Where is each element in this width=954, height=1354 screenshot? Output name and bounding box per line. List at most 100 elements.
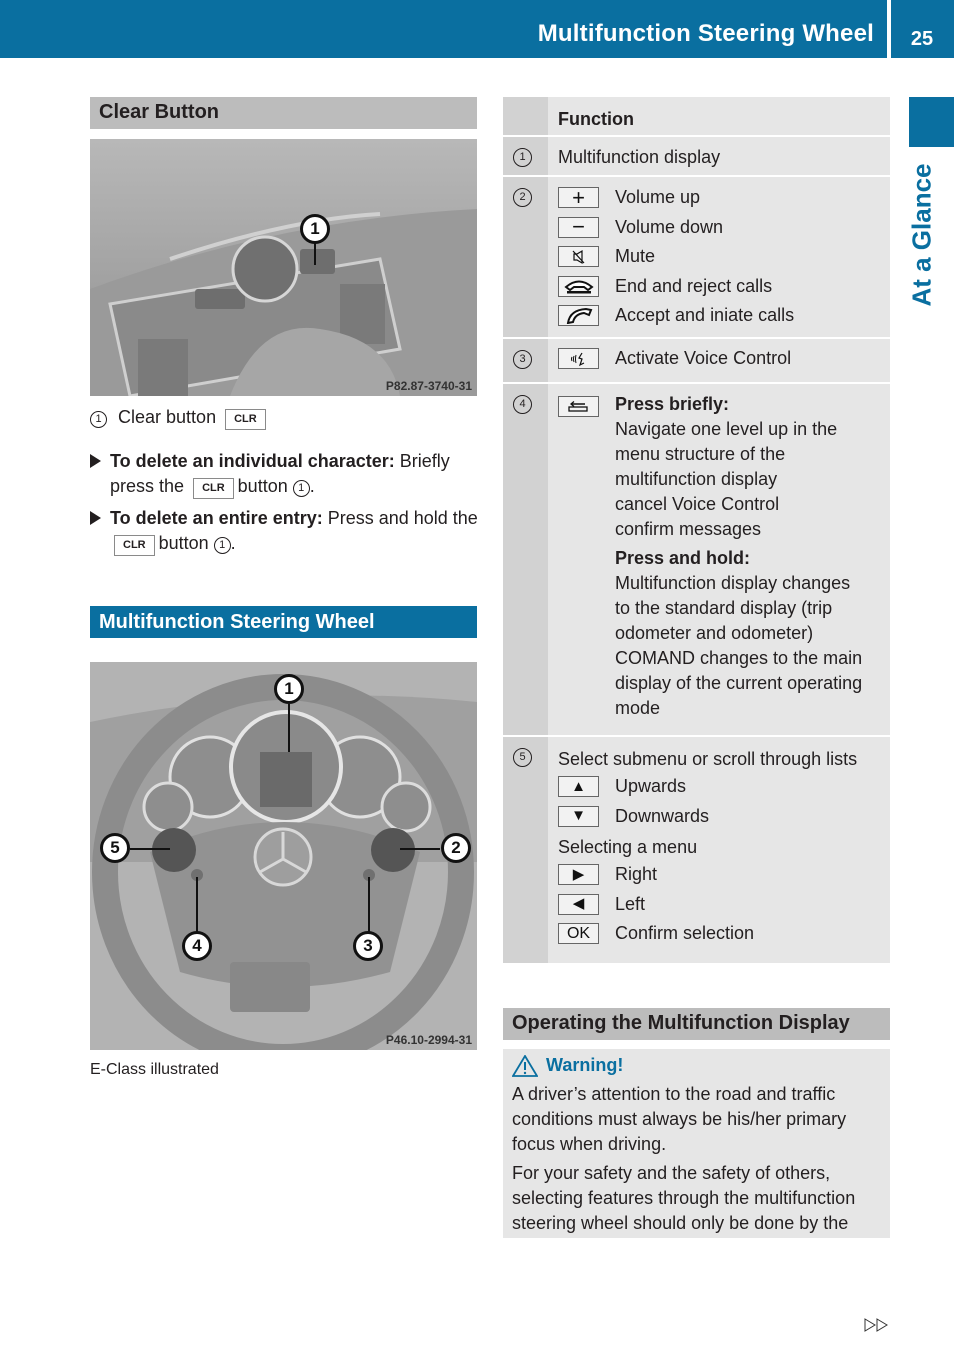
warning-paragraph: For your safety and the safety of others… — [512, 1163, 856, 1233]
steering-wheel-heading: Multifunction Steering Wheel — [90, 606, 477, 638]
row-number: 5 — [513, 748, 532, 767]
arrow-down-icon: ▼ — [558, 805, 599, 827]
function-item: ◀ Left — [558, 890, 882, 920]
voice-control-icon — [558, 348, 599, 369]
punctuation: . — [230, 533, 236, 553]
function-label: Upwards — [615, 776, 687, 796]
description-line: Navigate one level up in the — [615, 419, 838, 439]
header-divider — [887, 0, 891, 58]
clear-button-photo: 1 P82.87-3740-31 — [90, 139, 477, 396]
plus-icon: + — [558, 185, 599, 210]
function-label: Left — [615, 893, 646, 914]
function-item: Activate Voice Control — [558, 344, 882, 374]
clr-key-icon: CLR — [225, 409, 266, 430]
row-number-cell: 3 — [503, 339, 548, 382]
minus-icon: − — [558, 214, 599, 239]
page-header: Multifunction Steering Wheel 25 — [0, 0, 954, 58]
callout-leader — [400, 848, 440, 850]
steering-wheel-illustration — [90, 662, 477, 1050]
arrow-up-icon: ▲ — [558, 776, 599, 797]
description-line: mode — [615, 698, 661, 718]
clr-key-icon: CLR — [193, 478, 234, 499]
function-item: ▶ Right — [558, 860, 882, 890]
warning-triangle-icon — [512, 1054, 538, 1077]
instruction-title: To delete an entire entry: — [110, 508, 323, 528]
ok-icon: OK — [558, 923, 599, 944]
callout-leader — [314, 243, 316, 265]
callout-number: 1 — [292, 480, 310, 497]
continue-arrows-icon — [864, 1318, 888, 1332]
header-title: Multifunction Steering Wheel — [537, 20, 874, 47]
row-number: 2 — [513, 188, 532, 207]
console-illustration — [90, 209, 477, 396]
table-row: 2 + Volume up − Volume down Mute End and r… — [503, 177, 890, 339]
mute-icon — [558, 246, 599, 267]
callout-leader — [130, 848, 170, 850]
steering-wheel-photo: 1 2 3 4 5 P46.10-2994-31 — [90, 662, 477, 1050]
arrow-right-icon: ▶ — [558, 864, 599, 885]
instruction-text: button — [158, 533, 209, 553]
function-label: Volume up — [615, 187, 701, 207]
row-intro: Select submenu or scroll through lists — [558, 749, 858, 769]
press-briefly-title: Press briefly: — [615, 394, 730, 414]
back-button-description: Press briefly: Navigate one level up in … — [615, 392, 862, 727]
description-line: odometer and odometer) — [615, 623, 814, 643]
photo-callout-1: 1 — [300, 214, 330, 244]
function-label: Mute — [615, 246, 656, 266]
table-row: 1 Multifunction display — [503, 137, 890, 177]
function-item: End and reject calls — [558, 272, 882, 302]
warning-box: Warning! A driver’s attention to the roa… — [503, 1049, 890, 1238]
row-number-cell: 2 — [503, 177, 548, 337]
legend-text: Clear button — [118, 407, 217, 427]
row-number-cell: 5 — [503, 737, 548, 963]
table-header-row: Function — [503, 97, 890, 137]
row-content: Activate Voice Control — [548, 339, 890, 382]
instruction-title: To delete an individual character: — [110, 451, 395, 471]
image-code: P46.10-2994-31 — [385, 1033, 472, 1047]
bullet-arrow-icon — [90, 511, 101, 525]
wheel-callout-4: 4 — [182, 931, 212, 961]
description-line: multifunction display — [615, 469, 778, 489]
callout-number: 1 — [213, 537, 231, 554]
row-subheading: Selecting a menu — [558, 837, 698, 857]
function-item: ▲ Upwards — [558, 772, 882, 802]
function-column-header: Function — [558, 109, 634, 129]
wheel-callout-5: 5 — [100, 833, 130, 863]
side-tab-marker — [909, 97, 954, 147]
instruction-text: button — [237, 476, 288, 496]
function-label: Activate Voice Control — [615, 348, 792, 368]
image-caption: E-Class illustrated — [90, 1061, 219, 1078]
row-number-cell: 1 — [503, 137, 548, 175]
press-and-hold-title: Press and hold: — [615, 548, 751, 568]
description-line: to the standard display (trip — [615, 598, 833, 618]
description-line: menu structure of the — [615, 444, 786, 464]
callout-leader — [196, 877, 198, 932]
accept-call-icon — [558, 305, 599, 326]
function-label: Volume down — [615, 216, 724, 237]
row-content: + Volume up − Volume down Mute End and rej… — [548, 177, 890, 337]
instruction-delete-character: To delete an individual character: Brief… — [90, 449, 480, 499]
row-content: Press briefly: Navigate one level up in … — [548, 384, 890, 735]
function-label: Confirm selection — [615, 923, 755, 943]
row-number-cell: 4 — [503, 384, 548, 735]
back-icon — [558, 396, 599, 417]
punctuation: . — [309, 476, 315, 496]
description-line: Multifunction display changes — [615, 573, 851, 593]
callout-leader — [288, 704, 290, 752]
wheel-callout-3: 3 — [353, 931, 383, 961]
function-item: OK Confirm selection — [558, 919, 882, 949]
wheel-callout-1: 1 — [274, 674, 304, 704]
function-label: Right — [615, 864, 658, 884]
function-item: + Volume up — [558, 183, 882, 213]
num-column-header — [503, 97, 548, 135]
function-item: Mute — [558, 242, 882, 272]
row-text: Multifunction display — [558, 147, 721, 167]
function-item: ▼ Downwards — [558, 802, 882, 832]
wheel-callout-2: 2 — [441, 833, 471, 863]
function-item: Accept and iniate calls — [558, 301, 882, 331]
page-number: 25 — [910, 28, 934, 50]
bullet-arrow-icon — [90, 454, 101, 468]
row-number: 3 — [513, 350, 532, 369]
function-label: Accept and iniate calls — [615, 305, 795, 325]
side-tab: At a Glance — [905, 160, 939, 310]
